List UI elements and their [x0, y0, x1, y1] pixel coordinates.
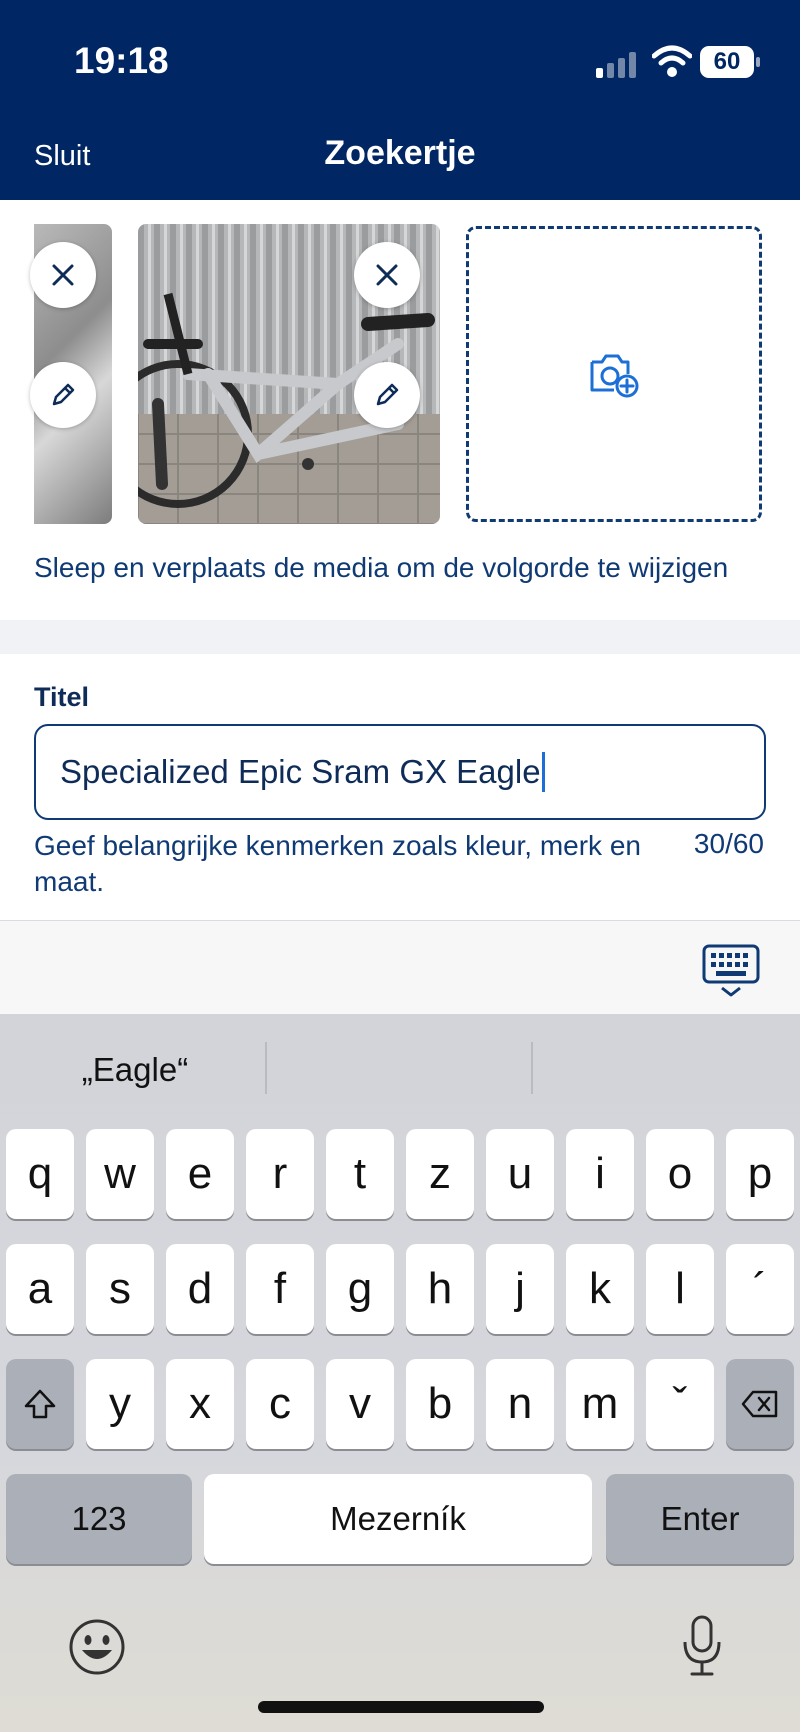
- key-a[interactable]: a: [6, 1244, 74, 1334]
- key-t[interactable]: t: [326, 1129, 394, 1219]
- key-y[interactable]: y: [86, 1359, 154, 1449]
- key-u[interactable]: u: [486, 1129, 554, 1219]
- key-h[interactable]: h: [406, 1244, 474, 1334]
- key-f[interactable]: f: [246, 1244, 314, 1334]
- suggestion-divider: [265, 1042, 267, 1094]
- numbers-key[interactable]: 123: [6, 1474, 192, 1564]
- key-g[interactable]: g: [326, 1244, 394, 1334]
- microphone-icon[interactable]: [680, 1614, 724, 1678]
- space-key[interactable]: Mezerník: [204, 1474, 592, 1564]
- key-x[interactable]: x: [166, 1359, 234, 1449]
- key-i[interactable]: i: [566, 1129, 634, 1219]
- signal-icon: [596, 52, 636, 78]
- keyboard-dismiss-icon[interactable]: [702, 944, 760, 998]
- title-char-counter: 30/60: [693, 828, 764, 859]
- key-k[interactable]: k: [566, 1244, 634, 1334]
- status-time: 19:18: [74, 40, 169, 81]
- title-input-value: Specialized Epic Sram GX Eagle: [60, 753, 541, 790]
- key-s[interactable]: s: [86, 1244, 154, 1334]
- key-acute[interactable]: ´: [726, 1244, 794, 1334]
- remove-photo-button[interactable]: [354, 242, 420, 308]
- key-r[interactable]: r: [246, 1129, 314, 1219]
- key-o[interactable]: o: [646, 1129, 714, 1219]
- remove-photo-button[interactable]: [30, 242, 96, 308]
- shift-key[interactable]: [6, 1359, 74, 1449]
- shift-icon: [24, 1389, 56, 1419]
- suggestion-1[interactable]: „Eagle“: [20, 1040, 250, 1100]
- enter-key[interactable]: Enter: [606, 1474, 794, 1564]
- key-e[interactable]: e: [166, 1129, 234, 1219]
- title-input[interactable]: Specialized Epic Sram GX Eagle: [34, 724, 766, 820]
- suggestion-divider: [531, 1042, 533, 1094]
- key-q[interactable]: q: [6, 1129, 74, 1219]
- edit-photo-button[interactable]: [354, 362, 420, 428]
- battery-icon: 60: [700, 46, 762, 80]
- title-help-text: Geef belangrijke kenmerken zoals kleur, …: [34, 830, 641, 897]
- keyboard-toolbar: [0, 921, 800, 1014]
- key-w[interactable]: w: [86, 1129, 154, 1219]
- edit-photo-button[interactable]: [30, 362, 96, 428]
- key-d[interactable]: d: [166, 1244, 234, 1334]
- key-l[interactable]: l: [646, 1244, 714, 1334]
- home-indicator: [258, 1701, 544, 1713]
- add-photo-button[interactable]: [466, 226, 762, 522]
- wifi-icon: [652, 45, 692, 77]
- text-caret: [541, 752, 545, 792]
- key-c[interactable]: c: [246, 1359, 314, 1449]
- key-j[interactable]: j: [486, 1244, 554, 1334]
- title-label: Titel: [34, 682, 90, 712]
- edit-icon: [376, 383, 399, 406]
- remove-icon: [52, 264, 74, 286]
- key-n[interactable]: n: [486, 1359, 554, 1449]
- section-separator: [0, 620, 800, 654]
- remove-icon: [376, 264, 398, 286]
- backspace-icon: [741, 1390, 778, 1418]
- emoji-icon[interactable]: [68, 1618, 126, 1676]
- key-p[interactable]: p: [726, 1129, 794, 1219]
- add-photo-icon: [590, 354, 639, 398]
- key-caron[interactable]: ˇ: [646, 1359, 714, 1449]
- media-reorder-hint: Sleep en verplaats de media om de volgor…: [34, 552, 729, 583]
- key-b[interactable]: b: [406, 1359, 474, 1449]
- edit-icon: [52, 383, 75, 406]
- suggestion-2[interactable]: [282, 1040, 518, 1100]
- backspace-key[interactable]: [726, 1359, 794, 1449]
- key-v[interactable]: v: [326, 1359, 394, 1449]
- battery-level: 60: [713, 48, 741, 75]
- page-title: Zoekertje: [324, 134, 476, 172]
- key-z[interactable]: z: [406, 1129, 474, 1219]
- key-m[interactable]: m: [566, 1359, 634, 1449]
- suggestion-3[interactable]: [548, 1040, 784, 1100]
